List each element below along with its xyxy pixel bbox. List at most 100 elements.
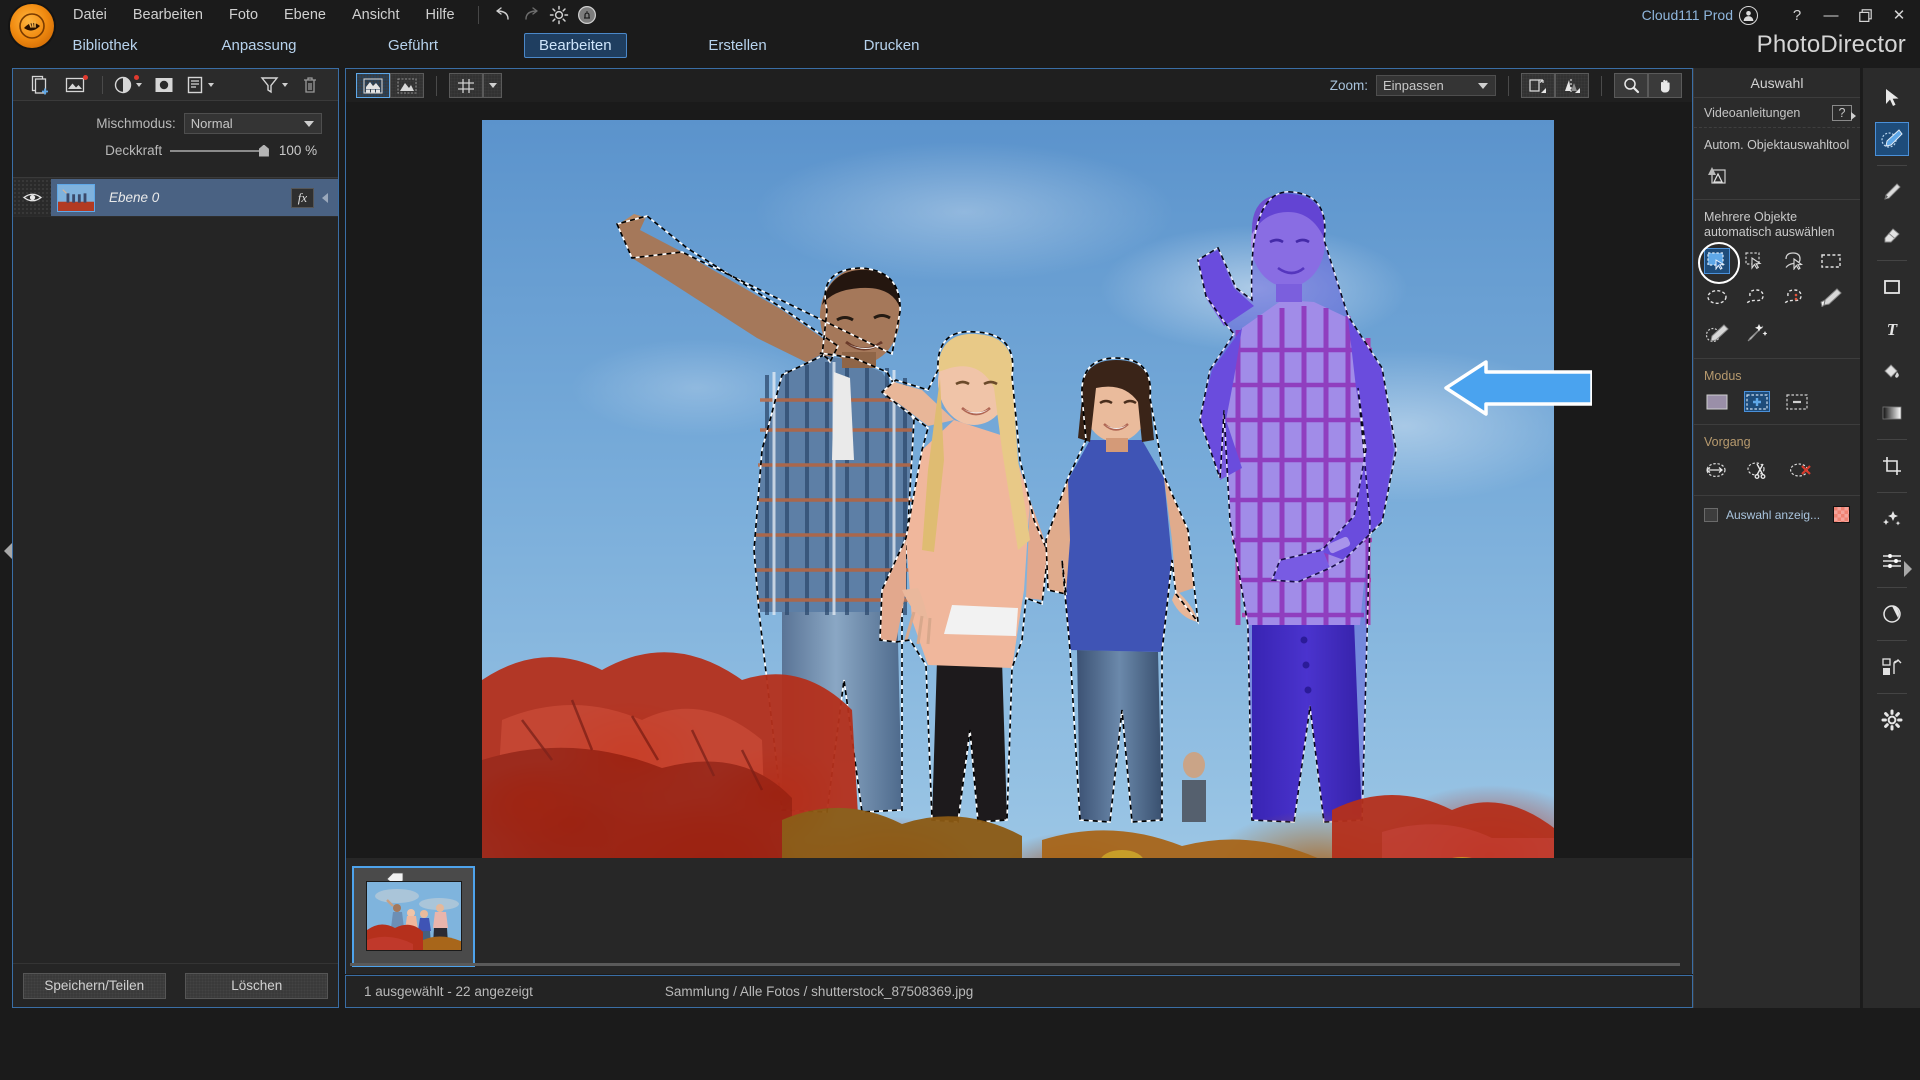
polygon-lasso-icon[interactable] <box>1780 284 1806 310</box>
overlay-color-swatch[interactable] <box>1833 506 1850 523</box>
layer-name[interactable]: Ebene 0 <box>109 190 291 205</box>
tab-bearbeiten[interactable]: Bearbeiten <box>524 33 627 58</box>
invert-selection-icon[interactable] <box>1704 457 1730 483</box>
shape-tool-icon[interactable] <box>1875 270 1909 304</box>
tab-gefuehrt[interactable]: Geführt <box>370 34 456 57</box>
clear-selection-icon[interactable] <box>1788 457 1814 483</box>
chevron-down-icon <box>1478 83 1488 89</box>
mode-subtract-icon[interactable] <box>1784 391 1810 412</box>
layer-fx-button[interactable]: fx <box>291 188 314 208</box>
close-button[interactable]: ✕ <box>1882 0 1916 30</box>
brush-select-icon[interactable] <box>1818 284 1844 310</box>
chevron-down-icon <box>304 121 314 127</box>
magnifier-icon[interactable] <box>1614 73 1648 98</box>
arrange-tool-icon[interactable] <box>1875 650 1909 684</box>
layer-visibility-toggle[interactable] <box>13 179 51 216</box>
filmstrip-scrollbar[interactable] <box>350 963 1680 966</box>
magic-wand-icon[interactable] <box>1742 320 1768 346</box>
filmstrip-image <box>366 881 462 951</box>
hand-icon[interactable] <box>1648 73 1682 98</box>
delete-button[interactable]: Löschen <box>185 973 328 999</box>
layer-list: Ebene 0 fx <box>13 178 338 217</box>
mode-label: Modus <box>1704 369 1850 383</box>
chevron-down-icon[interactable] <box>136 83 142 87</box>
collapse-right-panel-arrow-icon[interactable] <box>1902 558 1914 580</box>
menu-ebene[interactable]: Ebene <box>271 2 339 28</box>
redo-icon[interactable] <box>517 3 545 27</box>
histogram-icon[interactable] <box>1555 73 1589 98</box>
menu-bearbeiten[interactable]: Bearbeiten <box>120 2 216 28</box>
paint-bucket-tool-icon[interactable] <box>1875 354 1909 388</box>
toolbar-divider <box>1508 76 1509 96</box>
opacity-tool-icon[interactable] <box>1875 597 1909 631</box>
maximize-restore-button[interactable] <box>1848 0 1882 30</box>
export-icon[interactable] <box>1521 73 1555 98</box>
text-tool-icon[interactable]: T <box>1875 312 1909 346</box>
layer-row[interactable]: Ebene 0 fx <box>13 178 338 217</box>
menu-foto[interactable]: Foto <box>216 2 271 28</box>
blend-mode-select[interactable]: Normal <box>184 113 322 134</box>
compare-view-icon[interactable] <box>356 73 390 98</box>
settings-gear-icon[interactable] <box>545 3 573 27</box>
add-layer-icon[interactable] <box>25 72 57 98</box>
account-label[interactable]: Cloud111 Prod <box>1642 7 1733 23</box>
canvas-area[interactable] <box>345 102 1693 858</box>
lasso-select-icon[interactable] <box>1780 248 1806 274</box>
eraser-tool-icon[interactable] <box>1875 217 1909 251</box>
mode-add-icon[interactable] <box>1744 391 1770 412</box>
chevron-down-icon[interactable] <box>282 83 288 87</box>
freehand-lasso-icon[interactable] <box>1742 284 1768 310</box>
tab-bibliothek[interactable]: Bibliothek <box>62 34 148 57</box>
grid-overlay-icon[interactable] <box>449 73 483 98</box>
toolbar-divider <box>436 76 437 96</box>
delete-layer-icon[interactable] <box>294 72 326 98</box>
adjustment-layer-icon[interactable] <box>112 72 144 98</box>
filter-icon[interactable] <box>258 72 290 98</box>
filmstrip-thumbnail[interactable] <box>352 866 475 967</box>
opacity-slider[interactable] <box>170 145 269 157</box>
cut-selection-icon[interactable] <box>1746 457 1772 483</box>
auto-object-select-icon[interactable] <box>1704 161 1730 187</box>
mask-layer-icon[interactable] <box>148 72 180 98</box>
layers-toolbar-divider <box>102 76 103 94</box>
effects-tool-icon[interactable] <box>1875 502 1909 536</box>
pointer-tool-icon[interactable] <box>1875 80 1909 114</box>
video-tutorials-row[interactable]: Videoanleitungen ? <box>1694 98 1860 128</box>
menu-hilfe[interactable]: Hilfe <box>413 2 468 28</box>
grid-options-chevron-down-icon[interactable] <box>483 73 502 98</box>
gradient-tool-icon[interactable] <box>1875 396 1909 430</box>
ellipse-marquee-icon[interactable] <box>1704 284 1730 310</box>
smart-object-select-icon[interactable] <box>1704 248 1730 274</box>
undo-icon[interactable] <box>489 3 517 27</box>
selection-brush-tool-icon[interactable] <box>1875 122 1909 156</box>
help-button[interactable]: ? <box>1780 0 1814 30</box>
mode-new-icon[interactable] <box>1704 391 1730 412</box>
video-tutorials-icon[interactable]: ? <box>1832 105 1852 121</box>
menu-ansicht[interactable]: Ansicht <box>339 2 413 28</box>
zoom-select[interactable]: Einpassen <box>1376 75 1496 96</box>
notification-bell-icon[interactable] <box>573 3 601 27</box>
layer-expand-arrow-icon[interactable] <box>322 193 328 203</box>
tab-anpassung[interactable]: Anpassung <box>216 34 302 57</box>
smart-brush-icon[interactable] <box>1704 320 1730 346</box>
opacity-slider-knob[interactable] <box>259 145 269 157</box>
photo-canvas[interactable] <box>482 120 1554 858</box>
chevron-down-icon[interactable] <box>208 83 214 87</box>
filmstrip[interactable] <box>345 858 1693 974</box>
show-selection-checkbox[interactable] <box>1704 508 1718 522</box>
crop-tool-icon[interactable] <box>1875 449 1909 483</box>
pencil-tool-icon[interactable] <box>1875 175 1909 209</box>
layer-options-icon[interactable] <box>184 72 216 98</box>
show-selection-row[interactable]: Auswahl anzeig... <box>1694 496 1860 533</box>
tab-drucken[interactable]: Drucken <box>849 34 935 57</box>
minimize-button[interactable]: — <box>1814 0 1848 30</box>
single-view-icon[interactable] <box>390 73 424 98</box>
add-image-layer-icon[interactable] <box>61 72 93 98</box>
tab-erstellen[interactable]: Erstellen <box>695 34 781 57</box>
avatar[interactable] <box>1739 6 1758 25</box>
menu-datei[interactable]: Datei <box>60 2 120 28</box>
rect-marquee-icon[interactable] <box>1818 248 1844 274</box>
save-share-button[interactable]: Speichern/Teilen <box>23 973 166 999</box>
settings-tool-icon[interactable] <box>1875 703 1909 737</box>
quick-select-icon[interactable] <box>1742 248 1768 274</box>
